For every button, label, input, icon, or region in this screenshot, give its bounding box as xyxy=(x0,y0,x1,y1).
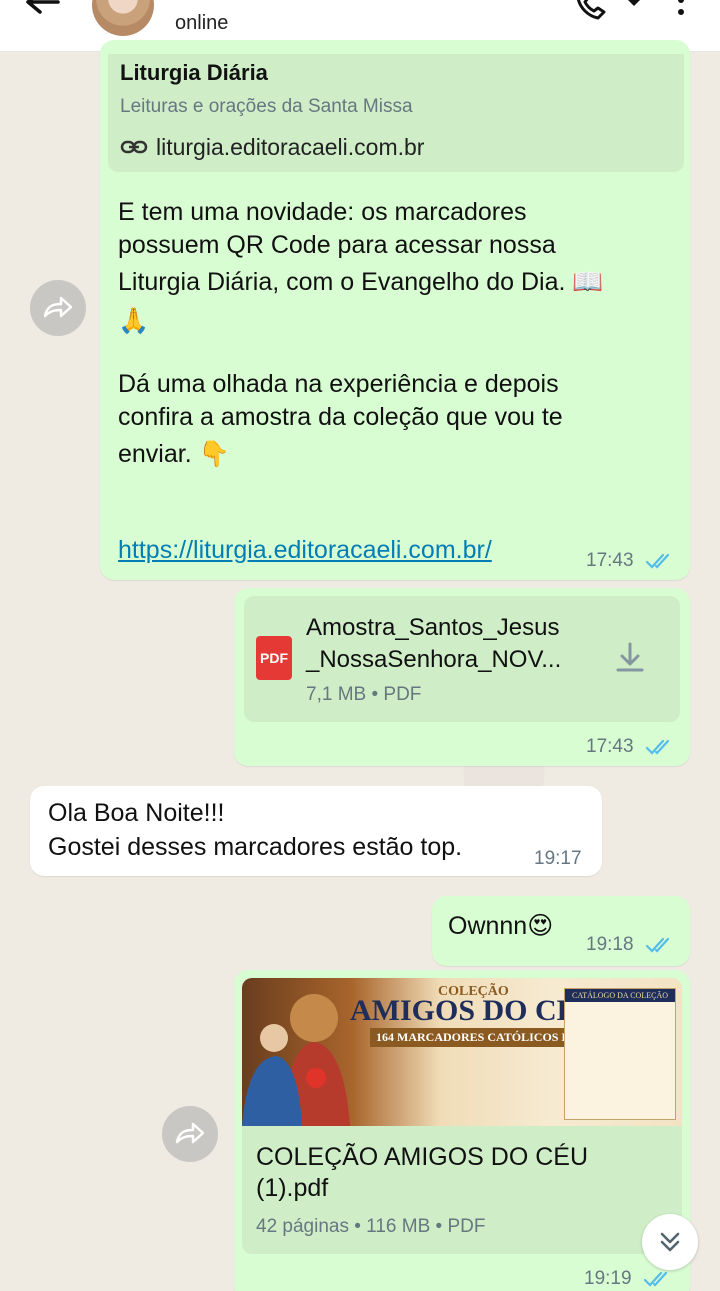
message-line: Liturgia Diária, com o Evangelho do Dia.… xyxy=(118,268,604,296)
contact-avatar[interactable] xyxy=(92,0,154,36)
file-name-line: Amostra_Santos_Jesus xyxy=(306,614,560,641)
forward-icon xyxy=(43,296,73,318)
message-time: 17:43 xyxy=(586,736,675,758)
message-line: enviar. 👇 xyxy=(118,440,230,468)
document-info[interactable]: COLEÇÃO AMIGOS DO CÉU (1).pdf 42 páginas… xyxy=(242,1126,682,1254)
message-link[interactable]: https://liturgia.editoracaeli.com.br/ xyxy=(118,536,492,565)
message-time: 19:17 xyxy=(534,848,582,869)
read-ticks-icon xyxy=(643,1271,667,1287)
file-attachment[interactable]: PDF Amostra_Santos_Jesus _NossaSenhora_N… xyxy=(244,596,680,722)
file-meta: 7,1 MB • PDF xyxy=(306,684,422,705)
message-line: 🙏 xyxy=(118,307,150,335)
thumb-title: AMIGOS DO CÉU xyxy=(350,994,599,1027)
thumb-catalog-heading: CATÁLOGO DA COLEÇÃO xyxy=(565,989,675,1002)
read-ticks-icon xyxy=(645,937,669,953)
time-label: 19:19 xyxy=(584,1268,632,1289)
document-thumbnail[interactable]: COLEÇÃO AMIGOS DO CÉU 164 MARCADORES CAT… xyxy=(242,978,682,1126)
read-ticks-icon xyxy=(645,553,669,569)
download-icon[interactable] xyxy=(612,640,648,676)
message-line: Dá uma olhada na experiência e depois xyxy=(118,370,559,398)
document-name-line: (1).pdf xyxy=(256,1174,329,1202)
message-time: 17:43 xyxy=(586,550,675,572)
pdf-file-icon: PDF xyxy=(256,636,292,680)
message-line: Ola Boa Noite!!! xyxy=(48,799,225,827)
document-meta: 42 páginas • 116 MB • PDF xyxy=(256,1216,486,1237)
forward-icon xyxy=(175,1122,205,1144)
call-options-caret-icon[interactable] xyxy=(624,0,644,12)
preview-title: Liturgia Diária xyxy=(120,60,268,85)
time-label: 17:43 xyxy=(586,550,634,571)
read-ticks-icon xyxy=(645,739,669,755)
message-text: Ownnn😍 xyxy=(448,912,554,940)
contact-status: online xyxy=(175,12,229,34)
document-name: COLEÇÃO AMIGOS DO CÉU (1).pdf xyxy=(256,1142,656,1204)
back-arrow-icon[interactable] xyxy=(22,0,62,26)
message-text: E tem uma novidade: os marcadores possue… xyxy=(118,196,678,471)
forward-button[interactable] xyxy=(30,280,86,336)
scroll-to-bottom-button[interactable] xyxy=(642,1214,698,1270)
message-line: Gostei desses marcadores estão top. xyxy=(48,833,463,861)
message-line: confira a amostra da coleção que vou te xyxy=(118,403,563,431)
preview-url: liturgia.editoracaeli.com.br xyxy=(156,134,425,160)
pdf-label: PDF xyxy=(260,650,288,666)
link-icon xyxy=(120,140,148,154)
message-line: possuem QR Code para acessar nossa xyxy=(118,231,556,259)
more-options-icon[interactable] xyxy=(674,0,688,22)
preview-description: Leituras e orações da Santa Missa xyxy=(120,96,413,117)
document-name-line: COLEÇÃO AMIGOS DO CÉU xyxy=(256,1143,589,1171)
thumb-catalog-panel: CATÁLOGO DA COLEÇÃO xyxy=(564,988,676,1120)
time-label: 19:18 xyxy=(586,934,634,955)
message-time: 19:19 xyxy=(584,1268,673,1290)
message-time: 19:18 xyxy=(586,934,675,956)
forward-button[interactable] xyxy=(162,1106,218,1162)
voice-call-icon[interactable] xyxy=(574,0,608,22)
link-preview[interactable]: Liturgia Diária Leituras e orações da Sa… xyxy=(108,54,684,172)
thumbnail-artwork xyxy=(242,994,350,1126)
double-chevron-down-icon xyxy=(660,1232,680,1252)
message-line: E tem uma novidade: os marcadores xyxy=(118,198,527,226)
time-label: 17:43 xyxy=(586,736,634,757)
message-text: Ola Boa Noite!!! Gostei desses marcadore… xyxy=(48,796,462,864)
file-name-line: _NossaSenhora_NOV... xyxy=(306,646,562,673)
file-name: Amostra_Santos_Jesus _NossaSenhora_NOV..… xyxy=(306,612,606,676)
